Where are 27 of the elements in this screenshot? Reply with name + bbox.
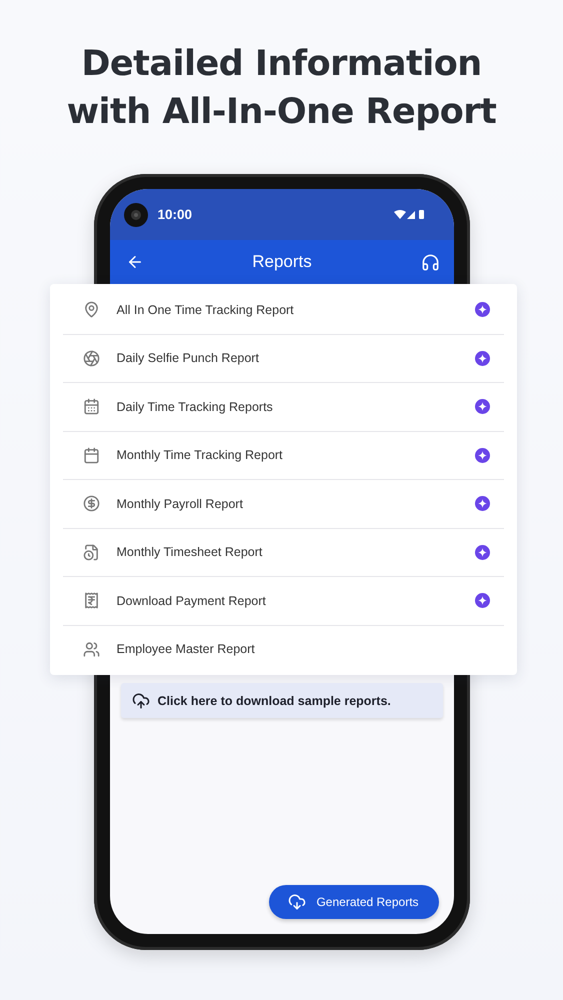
headline: Detailed Information with All-In-One Report [66,43,496,134]
support-icon[interactable] [420,252,440,272]
report-item[interactable]: All In One Time Tracking Report [116,302,458,317]
report-icon [82,495,100,512]
report-item[interactable]: Daily Time Tracking Reports [116,400,458,414]
report-icon [82,350,100,367]
screen-title: Reports [252,252,312,272]
report-item[interactable]: Employee Master Report [116,642,490,656]
status-time: 10:00 [158,207,192,222]
report-icon [82,446,100,464]
report-icon [82,398,100,416]
report-item[interactable]: Download Payment Report [116,594,458,608]
report-item[interactable]: Monthly Timesheet Report [116,545,458,560]
cloud-icon [132,692,150,710]
sample-reports-link[interactable]: Click here to download sample reports. [158,694,391,708]
report-icon [82,640,100,658]
status-icons [394,209,426,220]
report-item[interactable]: Monthly Time Tracking Report [116,448,458,462]
report-icon [82,544,100,561]
camera-icon [124,202,148,226]
report-item[interactable]: Monthly Payroll Report [116,496,458,511]
sample-reports-banner[interactable]: Click here to download sample reports. [120,683,442,718]
report-item[interactable]: Daily Selfie Punch Report [116,351,458,366]
report-icon [82,592,100,610]
cloud-download-icon [288,893,306,911]
report-icon [82,301,100,318]
generated-reports-button[interactable]: Generated Reports [268,885,438,919]
